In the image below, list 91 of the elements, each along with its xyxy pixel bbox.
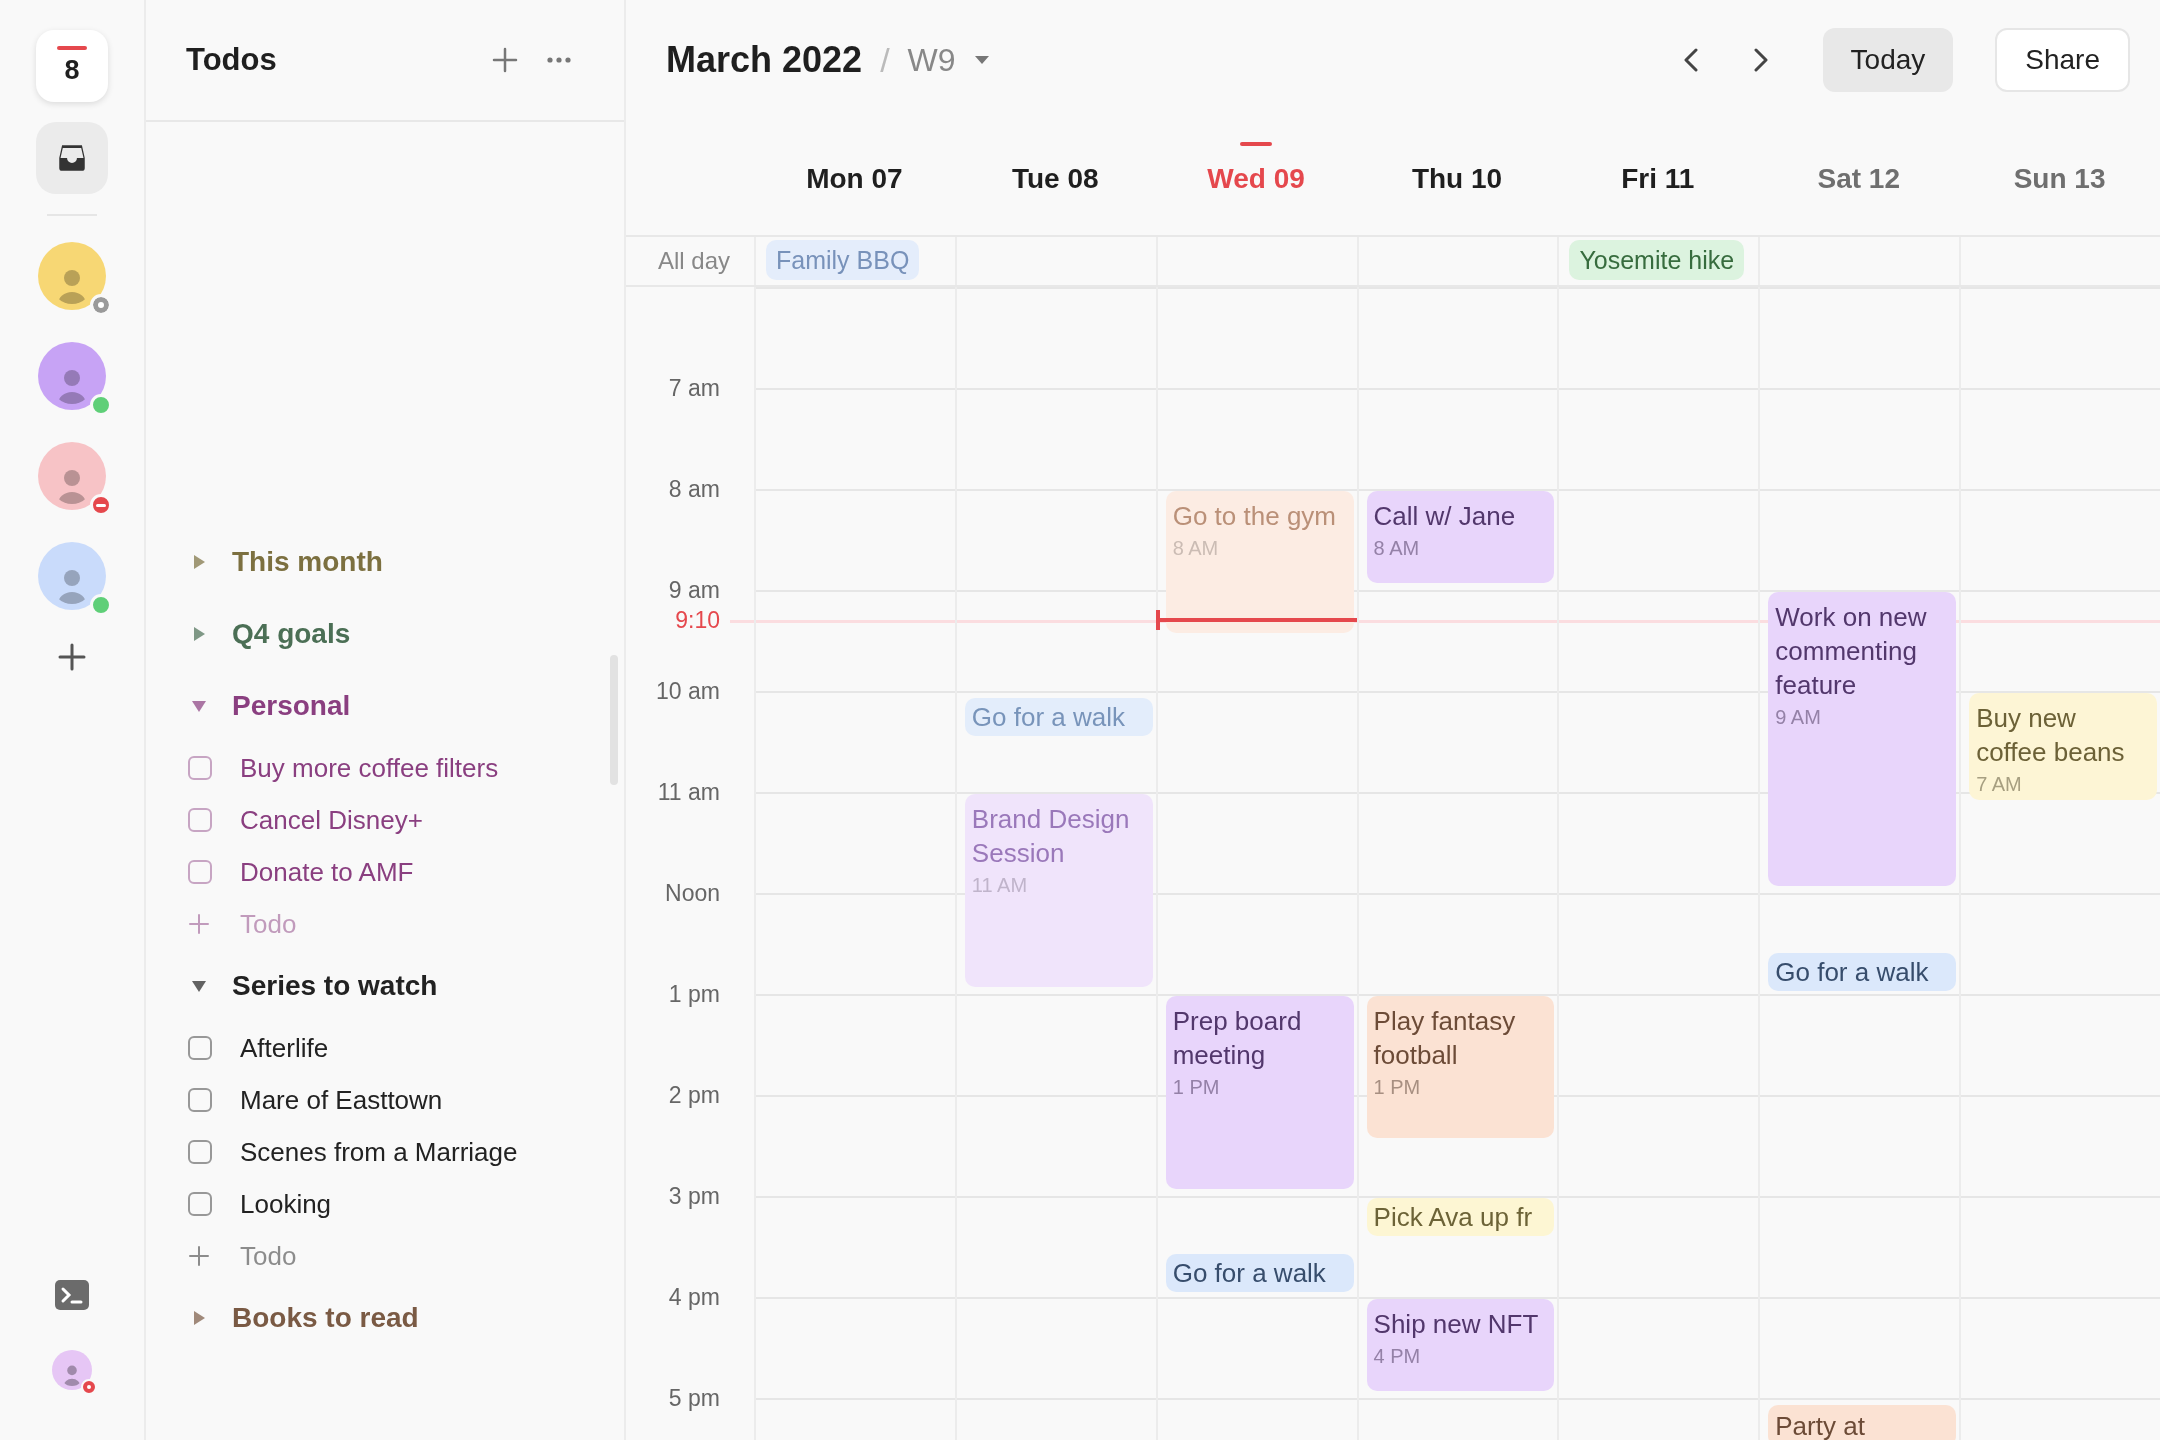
todo-item[interactable]: Donate to AMF [240, 856, 414, 888]
hour-label: 9 am [668, 576, 720, 604]
add-icon[interactable] [492, 47, 518, 73]
add-icon[interactable] [57, 642, 87, 672]
section-header[interactable]: Personal [188, 670, 624, 742]
calendar-event[interactable]: Play fantasy football 1 PM [1366, 996, 1555, 1139]
month-title: March 2022 [666, 39, 863, 81]
caret-icon[interactable] [192, 626, 206, 642]
hour-label: Noon [665, 879, 720, 907]
panel-title: Todos [186, 42, 278, 78]
day-header[interactable]: Mon 07 [806, 163, 903, 195]
next-icon[interactable] [1752, 48, 1769, 72]
hour-label: 1 pm [668, 980, 720, 1008]
calendar-event[interactable]: Work on new commenting feature 9 AM [1768, 592, 1957, 886]
plus-icon[interactable] [188, 913, 210, 935]
checkbox[interactable] [188, 1036, 212, 1060]
todo-item[interactable]: Mare of Easttown [240, 1084, 443, 1116]
event-title: Go for a walk [1775, 955, 1929, 989]
hour-label: 4 pm [668, 1283, 720, 1311]
calendar-day-button[interactable]: 8 [36, 30, 108, 102]
checkbox[interactable] [188, 1140, 212, 1164]
checkbox[interactable] [188, 1088, 212, 1112]
hour-label: 8 am [668, 475, 720, 503]
share-button[interactable]: Share [1995, 28, 2130, 92]
previous-icon[interactable] [1682, 48, 1699, 72]
event-title: Pick Ava up fr [1373, 1201, 1533, 1235]
all-day-label: All day [657, 247, 730, 275]
todo-item[interactable]: Cancel Disney+ [240, 804, 423, 836]
caret-icon[interactable] [191, 979, 207, 993]
event-time: 1 PM [1373, 1076, 1421, 1099]
plus-icon[interactable] [188, 1245, 210, 1267]
todo-item[interactable]: Looking [240, 1188, 332, 1220]
event-title: Go to the gym [1172, 500, 1336, 533]
event-title: Go for a walk [1172, 1256, 1326, 1290]
checkbox[interactable] [188, 808, 212, 832]
section-header[interactable]: Series to watch [188, 950, 624, 1022]
event-time: 4 PM [1373, 1345, 1421, 1368]
caret-icon[interactable] [191, 699, 207, 713]
calendar-event[interactable]: Party at [1768, 1405, 1957, 1440]
event-time: 8 AM [1373, 537, 1420, 560]
calendar-event[interactable]: Ship new NFT 4 PM [1366, 1299, 1555, 1391]
day-header[interactable]: Tue 08 [1011, 163, 1099, 195]
day-header[interactable]: Wed 09 [1207, 163, 1305, 195]
day-header[interactable]: Fri 11 [1621, 163, 1695, 195]
event-title: Buy new coffee beans [1976, 702, 2126, 769]
calendar-event[interactable]: Go for a walk [1165, 1253, 1354, 1292]
section-header[interactable]: This month [188, 526, 624, 598]
todo-item[interactable]: Buy more coffee filters [240, 752, 499, 784]
calendar-event[interactable]: Call w/ Jane 8 AM [1366, 491, 1555, 583]
event-time: 7 AM [1976, 773, 2022, 796]
checkbox[interactable] [188, 756, 212, 780]
caret-icon[interactable] [973, 55, 990, 65]
all-day-event[interactable]: Yosemite hike [1569, 240, 1745, 280]
event-title: Prep board meeting [1172, 1005, 1303, 1072]
today-button[interactable]: Today [1822, 28, 1954, 92]
hour-label: 3 pm [668, 1182, 720, 1210]
caret-icon[interactable] [192, 1310, 206, 1326]
todo-item[interactable]: Afterlife [240, 1032, 329, 1064]
day-header[interactable]: Thu 10 [1411, 163, 1503, 195]
hour-label: 5 pm [668, 1384, 720, 1412]
calendar-event[interactable]: Go for a walk [1768, 952, 1957, 991]
checkbox[interactable] [188, 860, 212, 884]
hour-label: 10 am [656, 677, 720, 705]
calendar-event[interactable]: Prep board meeting 1 PM [1165, 996, 1354, 1189]
hour-label: 2 pm [668, 1081, 720, 1109]
todo-item[interactable]: Scenes from a Marriage [240, 1136, 518, 1168]
terminal-icon[interactable] [55, 1280, 89, 1310]
hour-label: 7 am [668, 374, 720, 402]
caret-icon[interactable] [192, 554, 206, 570]
event-title: Play fantasy football [1373, 1005, 1517, 1072]
event-title: Call w/ Jane [1373, 500, 1516, 533]
event-title: Ship new NFT [1373, 1308, 1539, 1341]
calendar-event[interactable]: Pick Ava up fr [1366, 1198, 1555, 1237]
calendar-event[interactable]: Buy new coffee beans 7 AM [1969, 693, 2157, 801]
event-time: 9 AM [1775, 706, 1821, 729]
event-title: Work on new commenting feature [1775, 601, 1928, 702]
event-title: Go for a walk [971, 701, 1125, 735]
more-icon[interactable] [546, 56, 572, 64]
separator: / [880, 40, 890, 80]
event-time: 1 PM [1172, 1076, 1220, 1099]
week-selector[interactable]: W9 [907, 41, 956, 79]
current-time-label: 9:10 [675, 606, 720, 635]
section-header[interactable]: Books to read [188, 1282, 624, 1354]
hour-label: 11 am [657, 778, 720, 806]
section-header[interactable]: Q4 goals [188, 598, 624, 670]
checkbox[interactable] [188, 1192, 212, 1216]
event-title: Party at [1775, 1409, 1865, 1440]
event-title: Brand Design Session [971, 803, 1131, 870]
day-header[interactable]: Sat 12 [1817, 163, 1900, 195]
day-header[interactable]: Sun 13 [2013, 163, 2106, 195]
inbox-button[interactable] [36, 122, 108, 194]
